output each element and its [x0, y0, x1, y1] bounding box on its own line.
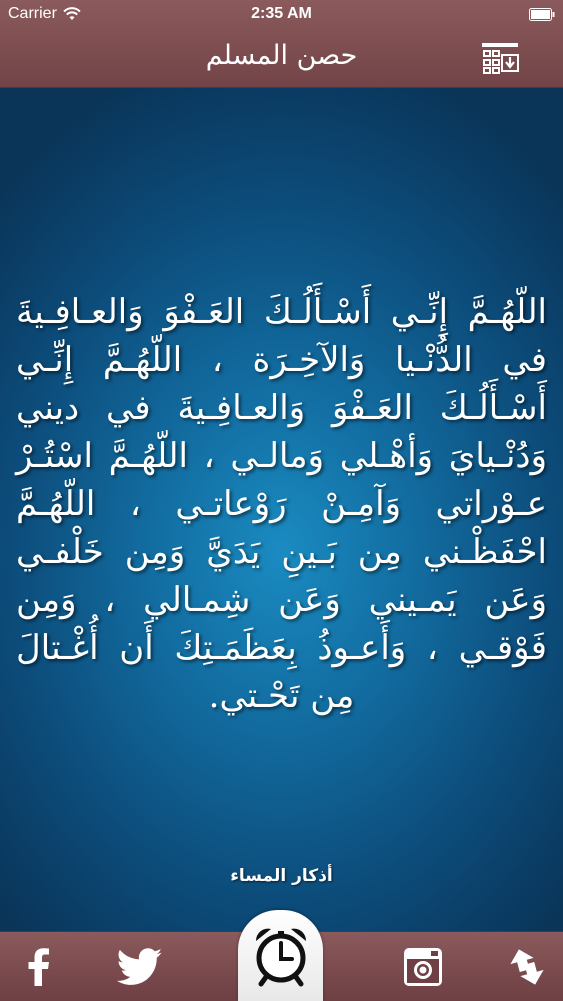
twitter-button[interactable]: [100, 932, 180, 1001]
facebook-button[interactable]: [0, 932, 75, 1001]
header: Carrier 2:35 AM حصن المسلم: [0, 0, 563, 88]
instagram-button[interactable]: [385, 932, 460, 1001]
alarm-clock-icon: [255, 928, 306, 986]
share-arrows-icon: [509, 948, 544, 985]
content-area: اللّهُـمَّ إِنِّـي أَسْـأَلُـكَ العَـفْو…: [0, 88, 563, 931]
instagram-icon: [403, 947, 442, 986]
dua-text: اللّهُـمَّ إِنِّـي أَسْـأَلُـكَ العَـفْو…: [16, 292, 547, 716]
alarm-button[interactable]: [238, 910, 323, 1001]
calendar-grid-download-icon: [482, 43, 519, 74]
status-bar: Carrier 2:35 AM: [0, 0, 563, 30]
twitter-icon: [117, 947, 163, 985]
share-button[interactable]: [488, 932, 563, 1001]
facebook-icon: [28, 947, 49, 986]
battery-icon: [529, 8, 555, 21]
tab-bar: [0, 910, 563, 1001]
section-label: أذكار المساء: [230, 866, 333, 886]
status-time: 2:35 AM: [251, 5, 312, 22]
menu-button[interactable]: [478, 40, 522, 76]
